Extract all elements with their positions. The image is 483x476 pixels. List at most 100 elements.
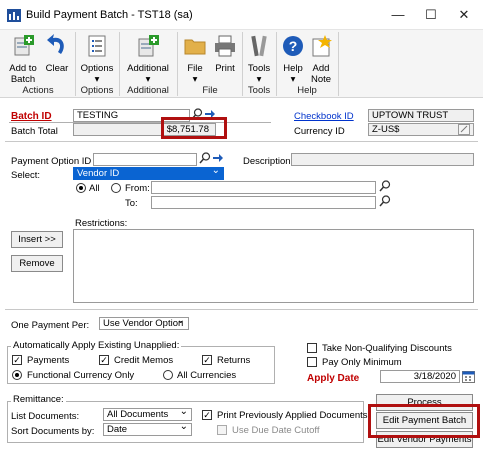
window-title: Build Payment Batch - TST18 (sa) (26, 9, 193, 21)
from-field[interactable] (151, 181, 376, 194)
group-options: Options (80, 85, 114, 96)
folder-icon (184, 39, 206, 55)
printer-icon (215, 35, 235, 57)
lookup-icon[interactable] (199, 152, 211, 164)
auto-apply-label: Automatically Apply Existing Unapplied: (11, 340, 182, 351)
batch-id-label[interactable]: Batch ID (11, 111, 52, 122)
print-button[interactable]: Print (210, 34, 240, 74)
remove-button[interactable]: Remove (11, 255, 63, 272)
options-label: Options ▾ (80, 63, 114, 85)
tools-button[interactable]: Tools ▾ (245, 34, 273, 85)
add-note-button[interactable]: Add Note (307, 34, 335, 85)
calendar-icon[interactable] (462, 370, 475, 383)
all-label: All (89, 183, 100, 194)
additional-label: Additional ▾ (127, 63, 169, 85)
all-currencies-radio[interactable] (163, 370, 173, 380)
additional-button[interactable]: Additional ▾ (122, 34, 174, 85)
list-documents-label: List Documents: (11, 411, 80, 422)
ribbon-separator (75, 32, 76, 96)
use-due-date-checkbox[interactable] (217, 425, 227, 435)
clear-button[interactable]: Clear (42, 34, 72, 74)
additional-icon (138, 35, 159, 57)
list-documents-dropdown[interactable]: All Documents (103, 408, 192, 421)
use-due-date-label: Use Due Date Cutoff (232, 425, 320, 436)
pay-only-minimum-checkbox[interactable] (307, 357, 317, 367)
batch-total-label: Batch Total (11, 126, 58, 137)
add-to-batch-icon (14, 35, 34, 56)
lookup-icon[interactable] (379, 195, 391, 207)
from-radio[interactable] (111, 183, 121, 193)
title-bar: Build Payment Batch - TST18 (sa) — ☐ ✕ (0, 0, 483, 30)
ribbon-separator (276, 32, 277, 96)
add-to-batch-button[interactable]: Add to Batch (4, 34, 42, 85)
one-payment-per-label: One Payment Per: (11, 320, 90, 331)
insert-button[interactable]: Insert >> (11, 231, 63, 248)
group-additional: Additional (127, 85, 169, 96)
apply-date-field[interactable]: 3/18/2020 (380, 370, 460, 383)
group-tools: Tools (247, 85, 271, 96)
functional-currency-label: Functional Currency Only (27, 370, 135, 381)
payment-option-id-field[interactable] (93, 153, 197, 166)
file-label: File ▾ (187, 63, 203, 85)
payment-option-id-label: Payment Option ID (11, 156, 92, 167)
one-payment-per-dropdown[interactable]: Use Vendor Option (99, 317, 189, 330)
group-actions: Actions (22, 85, 54, 96)
print-label: Print (215, 63, 235, 74)
ribbon-separator (338, 32, 339, 96)
credit-memos-checkbox[interactable]: ✓ (99, 355, 109, 365)
description-field (291, 153, 474, 166)
add-note-label: Add Note (310, 63, 332, 85)
returns-label: Returns (217, 355, 251, 366)
arrow-right-icon[interactable] (212, 152, 224, 164)
add-to-batch-label: Add to Batch (9, 63, 37, 85)
remittance-label: Remittance: (11, 394, 66, 405)
expand-icon[interactable] (458, 124, 470, 135)
print-prev-applied-label: Print Previously Applied Documents (217, 410, 368, 421)
ribbon-separator (119, 32, 120, 96)
currency-id-label: Currency ID (294, 126, 345, 137)
functional-currency-radio[interactable] (12, 370, 22, 380)
divider (5, 309, 478, 310)
close-button[interactable]: ✕ (447, 4, 481, 26)
ribbon-separator (177, 32, 178, 96)
restrictions-label: Restrictions: (75, 218, 128, 229)
to-label: To: (125, 198, 138, 209)
from-label: From: (125, 183, 150, 194)
returns-checkbox[interactable]: ✓ (202, 355, 212, 365)
options-list-icon (88, 35, 106, 57)
minimize-button[interactable]: — (381, 4, 415, 26)
file-button[interactable]: File ▾ (180, 34, 210, 85)
highlight-box-batch-total (161, 117, 227, 139)
options-button[interactable]: Options ▾ (78, 34, 116, 85)
undo-icon (47, 34, 64, 54)
sort-documents-dropdown[interactable]: Date (103, 423, 192, 436)
help-button[interactable]: ? Help ▾ (279, 34, 307, 85)
apply-date-label: Apply Date (307, 373, 360, 384)
restrictions-list[interactable] (73, 229, 474, 303)
clear-label: Clear (45, 63, 69, 74)
app-icon (7, 9, 21, 22)
print-prev-applied-checkbox[interactable]: ✓ (202, 410, 212, 420)
note-icon (312, 35, 332, 57)
checkbook-id-link[interactable]: Checkbook ID (294, 111, 354, 122)
all-currencies-label: All Currencies (177, 370, 237, 381)
group-file: File (202, 85, 218, 96)
to-field[interactable] (151, 196, 376, 209)
lookup-icon[interactable] (379, 180, 391, 192)
payments-checkbox[interactable]: ✓ (12, 355, 22, 365)
payments-label: Payments (27, 355, 70, 366)
svg-text:?: ? (289, 38, 298, 54)
take-nonqualifying-checkbox[interactable] (307, 343, 317, 353)
select-label: Select: (11, 170, 41, 181)
credit-memos-label: Credit Memos (114, 355, 174, 366)
highlight-box-edit-payment-batch (368, 404, 480, 438)
pay-only-minimum-label: Pay Only Minimum (322, 357, 402, 368)
all-radio[interactable] (76, 183, 86, 193)
checkbook-id-field: UPTOWN TRUST (368, 109, 474, 122)
description-label: Description (243, 156, 291, 167)
maximize-button[interactable]: ☐ (414, 4, 448, 26)
divider (5, 141, 478, 142)
select-dropdown[interactable]: Vendor ID (73, 167, 224, 180)
help-icon: ? (283, 36, 303, 56)
tools-icon (251, 35, 267, 57)
